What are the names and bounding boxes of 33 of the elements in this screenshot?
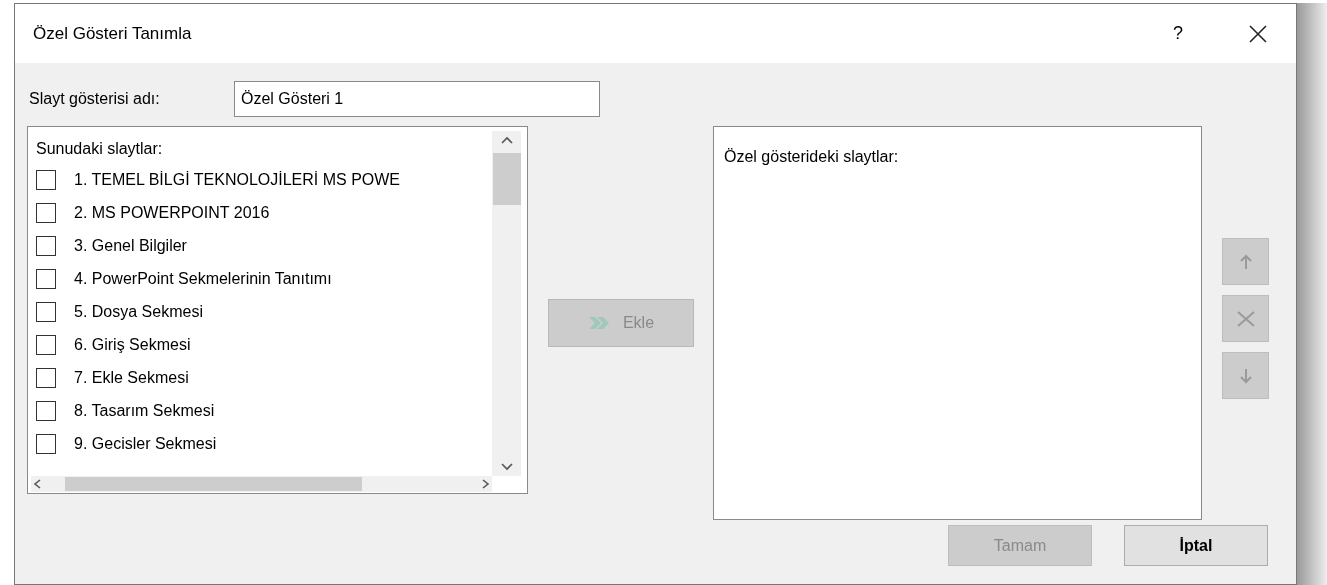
show-name-field[interactable]: Özel Gösteri 1 <box>234 81 600 117</box>
slide-item[interactable]: 1. TEMEL BİLGİ TEKNOLOJİLERİ MS POWE <box>74 167 400 192</box>
cross-icon <box>1235 308 1256 329</box>
scrollbar-thumb[interactable] <box>492 153 521 205</box>
slide-item[interactable]: 2. MS POWERPOINT 2016 <box>74 200 270 225</box>
slide-item[interactable]: 9. Gecisler Sekmesi <box>74 431 217 456</box>
checkbox[interactable] <box>36 169 56 190</box>
close-icon <box>1248 23 1268 44</box>
checkbox[interactable] <box>36 367 56 388</box>
list-heading: Sunudaki slaytlar: <box>36 139 164 159</box>
slide-item[interactable]: 8. Tasarım Sekmesi <box>74 398 215 423</box>
checkbox[interactable] <box>36 268 56 289</box>
scroll-down-icon <box>499 462 514 472</box>
scroll-up-icon <box>499 135 514 145</box>
checkbox[interactable] <box>36 334 56 355</box>
checkbox[interactable] <box>36 433 56 454</box>
list-heading: Özel gösterideki slaytlar: <box>724 148 899 165</box>
window-title: Özel Gösteri Tanımla <box>33 22 192 45</box>
scrollbar-thumb[interactable] <box>65 477 362 491</box>
slide-item[interactable]: 4. PowerPoint Sekmelerinin Tanıtımı <box>74 266 332 291</box>
slide-item[interactable]: 6. Giriş Sekmesi <box>74 332 191 357</box>
field-label: Slayt gösterisi adı: <box>29 89 161 109</box>
checkbox[interactable] <box>36 235 56 256</box>
dialog-button[interactable]: İptal <box>1124 525 1268 566</box>
checkbox[interactable] <box>36 400 56 421</box>
slide-item[interactable]: 3. Genel Bilgiler <box>74 233 187 258</box>
slide-item[interactable]: 7. Ekle Sekmesi <box>74 365 189 390</box>
checkbox[interactable] <box>36 202 56 223</box>
vertical-scrollbar[interactable] <box>492 131 521 476</box>
horizontal-scrollbar[interactable] <box>31 476 492 492</box>
checkbox[interactable] <box>36 301 56 322</box>
slide-item[interactable]: 5. Dosya Sekmesi <box>74 299 203 324</box>
help-button[interactable]: ? <box>1158 13 1198 54</box>
